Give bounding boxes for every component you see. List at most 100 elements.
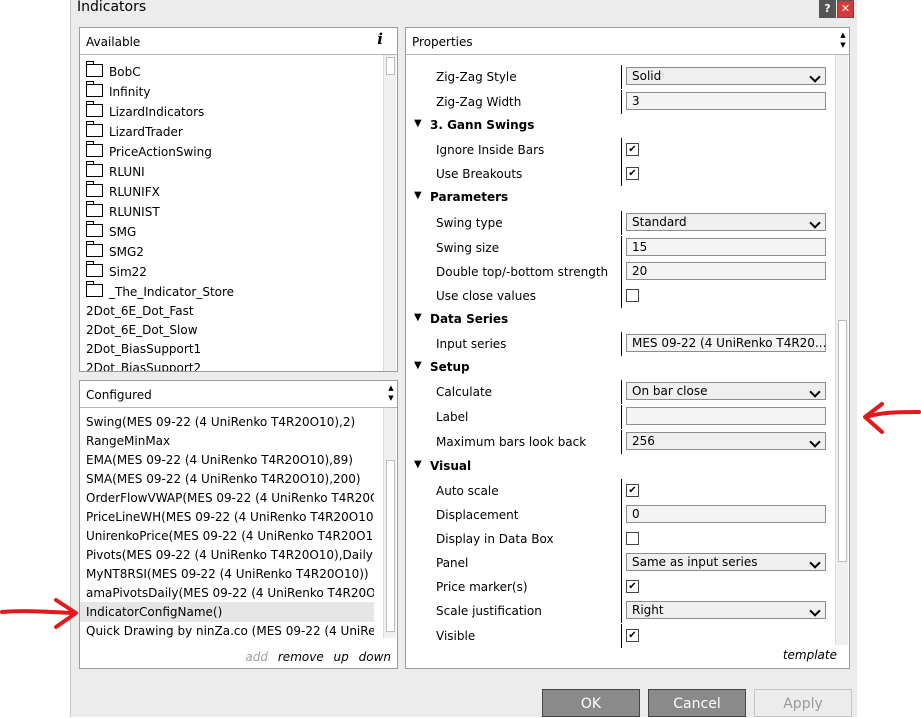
configured-item[interactable]: PriceLineWH(MES 09-22 (4 UniRenko T4R20O… bbox=[80, 507, 374, 527]
folder-item[interactable]: Sim22 bbox=[86, 261, 147, 282]
folder-label: RLUNI bbox=[109, 165, 145, 179]
add-button[interactable]: add bbox=[245, 650, 268, 664]
expand-triangle-icon[interactable]: ▼ bbox=[414, 312, 422, 323]
folder-item[interactable]: RLUNIST bbox=[86, 201, 160, 222]
available-scrollbar[interactable] bbox=[383, 55, 396, 371]
configured-scroll-thumb[interactable] bbox=[386, 460, 395, 632]
folder-label: BobC bbox=[109, 65, 141, 79]
available-scroll-thumb[interactable] bbox=[386, 57, 395, 75]
property-input[interactable]: 0 bbox=[626, 505, 826, 523]
property-label: Auto scale bbox=[436, 484, 499, 498]
remove-button[interactable]: remove bbox=[278, 650, 324, 664]
folder-item[interactable]: LizardTrader bbox=[86, 121, 183, 142]
ok-button[interactable]: OK bbox=[542, 689, 640, 717]
property-label: Double top/-bottom strength bbox=[436, 265, 609, 279]
close-button[interactable]: ✕ bbox=[837, 0, 854, 18]
expand-triangle-icon[interactable]: ▼ bbox=[414, 190, 422, 201]
properties-panel: Properties ▲ ▼ Zig-Zag Style Solid Zig-Zag … bbox=[405, 27, 850, 669]
folder-item[interactable]: SMG bbox=[86, 221, 136, 242]
property-group[interactable]: ▼ Parameters bbox=[406, 186, 836, 210]
property-divider bbox=[621, 284, 622, 308]
folder-item[interactable]: SMG2 bbox=[86, 241, 144, 262]
folder-item[interactable]: Infinity bbox=[86, 81, 150, 102]
folder-item[interactable]: _The_Indicator_Store bbox=[86, 281, 234, 302]
property-dropdown[interactable]: Right bbox=[626, 601, 826, 619]
configured-item[interactable]: RangeMinMax bbox=[80, 431, 374, 451]
configured-scroll-arrows[interactable]: ▲ ▼ bbox=[386, 383, 396, 403]
configured-item[interactable]: Quick Drawing by ninZa.co (MES 09-22 (4 … bbox=[80, 621, 374, 641]
expand-triangle-icon[interactable]: ▼ bbox=[414, 118, 422, 129]
property-divider bbox=[621, 65, 622, 89]
configured-item[interactable]: Swing(MES 09-22 (4 UniRenko T4R20O10),2) bbox=[80, 412, 374, 432]
indicator-item[interactable]: 2Dot_6E_Dot_Slow bbox=[86, 320, 198, 340]
configured-item[interactable]: Pivots(MES 09-22 (4 UniRenko T4R20O10),D… bbox=[80, 545, 374, 565]
property-divider bbox=[621, 236, 622, 260]
property-row: Scale justification Right bbox=[406, 599, 836, 623]
property-input[interactable]: 3 bbox=[626, 92, 826, 110]
property-divider bbox=[621, 90, 622, 114]
property-checkbox[interactable]: ✔ bbox=[626, 629, 639, 642]
property-checkbox[interactable]: ✔ bbox=[626, 143, 639, 156]
property-row: Double top/-bottom strength 20 bbox=[406, 260, 836, 284]
configured-item[interactable]: OrderFlowVWAP(MES 09-22 (4 UniRenko T4R2… bbox=[80, 488, 374, 508]
property-dropdown[interactable]: On bar close bbox=[626, 382, 826, 400]
folder-item[interactable]: RLUNIFX bbox=[86, 181, 160, 202]
property-dropdown[interactable]: Standard bbox=[626, 213, 826, 231]
folder-icon bbox=[86, 81, 103, 97]
property-checkbox[interactable] bbox=[626, 532, 639, 545]
up-button[interactable]: up bbox=[334, 650, 349, 664]
configured-item[interactable]: MyNT8RSI(MES 09-22 (4 UniRenko T4R20O10)… bbox=[80, 564, 374, 584]
property-label: Scale justification bbox=[436, 604, 542, 618]
configured-item[interactable]: UnirenkoPrice(MES 09-22 (4 UniRenko T4R2… bbox=[80, 526, 374, 546]
expand-triangle-icon[interactable]: ▼ bbox=[414, 459, 422, 470]
configured-item[interactable]: EMA(MES 09-22 (4 UniRenko T4R20O10),89) bbox=[80, 450, 374, 470]
property-label: Zig-Zag Style bbox=[436, 70, 517, 84]
template-link[interactable]: template bbox=[783, 648, 837, 662]
cancel-button[interactable]: Cancel bbox=[648, 689, 746, 717]
configured-item[interactable]: amaPivotsDaily(MES 09-22 (4 UniRenko T4R… bbox=[80, 583, 374, 603]
folder-icon bbox=[86, 121, 103, 137]
folder-item[interactable]: PriceActionSwing bbox=[86, 141, 212, 162]
indicator-item[interactable]: 2Dot_BiasSupport1 bbox=[86, 339, 201, 359]
property-label: Input series bbox=[436, 337, 507, 351]
folder-item[interactable]: RLUNI bbox=[86, 161, 145, 182]
expand-triangle-icon[interactable]: ▼ bbox=[414, 360, 422, 371]
property-group[interactable]: ▼ Visual bbox=[406, 455, 836, 479]
property-dropdown[interactable]: 256 bbox=[626, 432, 826, 450]
indicator-item[interactable]: 2Dot_6E_Dot_Fast bbox=[86, 301, 194, 321]
apply-button[interactable]: Apply bbox=[754, 689, 852, 717]
property-input[interactable]: 20 bbox=[626, 262, 826, 280]
property-input[interactable]: 15 bbox=[626, 238, 826, 256]
property-dropdown[interactable]: Same as input series bbox=[626, 553, 826, 571]
down-button[interactable]: down bbox=[359, 650, 391, 664]
property-group[interactable]: ▼ 3. Gann Swings bbox=[406, 114, 836, 138]
configured-scrollbar[interactable] bbox=[383, 408, 396, 638]
annotation-arrow-right bbox=[863, 402, 921, 434]
property-checkbox[interactable]: ✔ bbox=[626, 167, 639, 180]
property-dropdown[interactable]: Solid bbox=[626, 67, 826, 85]
help-button[interactable]: ? bbox=[819, 0, 836, 18]
property-checkbox[interactable]: ✔ bbox=[626, 484, 639, 497]
property-checkbox[interactable]: ✔ bbox=[626, 580, 639, 593]
property-group[interactable]: ▼ Setup bbox=[406, 356, 836, 380]
folder-label: RLUNIST bbox=[109, 205, 160, 219]
property-label: Swing type bbox=[436, 216, 503, 230]
property-group[interactable]: ▼ Data Series bbox=[406, 308, 836, 332]
annotation-arrow-left bbox=[0, 598, 78, 629]
info-icon[interactable]: i bbox=[377, 30, 383, 48]
property-input[interactable]: MES 09-22 (4 UniRenko T4R20... bbox=[626, 334, 826, 352]
properties-scroll-arrows[interactable]: ▲ ▼ bbox=[838, 30, 848, 50]
folder-item[interactable]: LizardIndicators bbox=[86, 101, 204, 122]
property-divider bbox=[621, 575, 622, 599]
configured-item[interactable]: IndicatorConfigName() bbox=[80, 602, 374, 622]
property-row: Use close values bbox=[406, 284, 836, 308]
property-label: Visible bbox=[436, 629, 476, 643]
folder-icon bbox=[86, 101, 103, 117]
configured-item[interactable]: SMA(MES 09-22 (4 UniRenko T4R20O10),200) bbox=[80, 469, 374, 489]
properties-scroll-thumb[interactable] bbox=[838, 320, 847, 562]
folder-item[interactable]: BobC bbox=[86, 61, 141, 82]
indicator-item[interactable]: 2Dot_BiasSupport2 bbox=[86, 358, 201, 371]
properties-scrollbar[interactable] bbox=[835, 55, 848, 645]
property-input[interactable] bbox=[626, 407, 826, 425]
property-checkbox[interactable] bbox=[626, 289, 639, 302]
